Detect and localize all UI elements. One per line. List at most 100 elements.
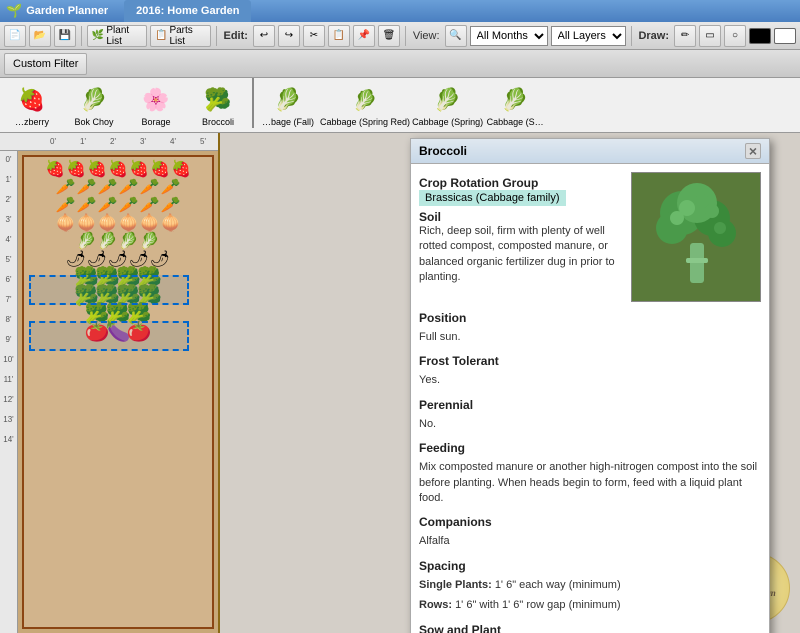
garden-carrot-3[interactable]: 🥕 xyxy=(98,179,118,195)
garden-carrot-9[interactable]: 🥕 xyxy=(98,197,118,213)
paste-button[interactable]: 📌 xyxy=(353,25,375,47)
plant-item-cabbage-spring[interactable]: 🥬 Cabbage (Spring) xyxy=(412,82,483,128)
garden-grid[interactable]: 🍓 🍓 🍓 🍓 🍓 🍓 🍓 🥕 🥕 🥕 🥕 🥕 xyxy=(18,151,218,633)
garden-strawberry-5[interactable]: 🍓 xyxy=(129,161,149,177)
garden-grid-inner[interactable]: 🍓 🍓 🍓 🍓 🍓 🍓 🍓 🥕 🥕 🥕 🥕 🥕 xyxy=(22,155,214,629)
garden-strawberry-3[interactable]: 🍓 xyxy=(87,161,107,177)
strip-separator xyxy=(252,78,254,128)
ruler-0ft: 0' xyxy=(38,137,68,146)
sow-plant-label: Sow and Plant xyxy=(419,623,761,633)
rect-button[interactable]: ▭ xyxy=(699,25,721,47)
parts-list-button[interactable]: 📋 Parts List xyxy=(150,25,211,47)
ruler-left-5: 5' xyxy=(0,255,17,264)
garden-strawberry-2[interactable]: 🍓 xyxy=(66,161,86,177)
plant-item-strawberry[interactable]: 🍓 …zberry xyxy=(2,82,62,128)
garden-lettuce-2[interactable]: 🥬 xyxy=(98,233,118,249)
garden-strawberry-4[interactable]: 🍓 xyxy=(108,161,128,177)
cabbage-s-icon: 🥬 xyxy=(495,82,535,118)
circle-button[interactable]: ○ xyxy=(724,25,746,47)
crop-rotation-label: Crop Rotation Group xyxy=(419,176,623,190)
custom-filter-button[interactable]: Custom Filter xyxy=(4,53,87,75)
position-label: Position xyxy=(419,311,761,325)
plant-item-cabbage-s[interactable]: 🥬 Cabbage (S… xyxy=(485,82,545,128)
feeding-text: Mix composted manure or another high-nit… xyxy=(419,460,761,506)
garden-strawberry-6[interactable]: 🍓 xyxy=(150,161,170,177)
layers-select[interactable]: All Layers xyxy=(551,26,626,46)
ruler-2ft: 2' xyxy=(98,137,128,146)
ruler-left-12: 12' xyxy=(0,395,17,404)
garden-onion-1[interactable]: 🧅 xyxy=(56,215,76,231)
pencil-button[interactable]: ✏ xyxy=(674,25,696,47)
tab-title[interactable]: 2016: Home Garden xyxy=(124,0,251,22)
garden-lettuce-3[interactable]: 🥬 xyxy=(119,233,139,249)
plant-item-borage[interactable]: 🌸 Borage xyxy=(126,82,186,128)
ruler-left-6: 6' xyxy=(0,275,17,284)
main-toolbar: 📄 📂 💾 🌿 Plant List 📋 Parts List Edit: ↩ … xyxy=(0,22,800,50)
garden-onion-3[interactable]: 🧅 xyxy=(98,215,118,231)
strawberry-icon: 🍓 xyxy=(12,82,52,118)
delete-button[interactable]: 🗑 xyxy=(378,25,400,47)
cut-button[interactable]: ✂ xyxy=(303,25,325,47)
popup-content: Crop Rotation Group Brassicas (Cabbage f… xyxy=(411,164,769,633)
plant-item-bokchoy[interactable]: 🥬 Bok Choy xyxy=(64,82,124,128)
frost-tolerant-text: Yes. xyxy=(419,373,761,388)
spacing-rows-value: 1' 6" with 1' 6" row gap (minimum) xyxy=(455,599,620,611)
separator-4 xyxy=(631,26,632,46)
plant-row-carrots: 🥕 🥕 🥕 🥕 🥕 🥕 xyxy=(28,179,208,195)
ruler-1ft: 1' xyxy=(68,137,98,146)
garden-onion-6[interactable]: 🧅 xyxy=(161,215,181,231)
app-title: Garden Planner xyxy=(26,5,108,17)
undo-button[interactable]: ↩ xyxy=(253,25,275,47)
white-fill-button[interactable] xyxy=(774,28,796,44)
ruler-left-13: 13' xyxy=(0,415,17,424)
right-area: Broccoli × Crop Rotation Group Brassicas… xyxy=(220,133,800,633)
popup-close-button[interactable]: × xyxy=(745,143,761,159)
separator-3 xyxy=(405,26,406,46)
cabbage-spring-red-icon: 🥬 xyxy=(345,82,385,118)
garden-carrot-5[interactable]: 🥕 xyxy=(140,179,160,195)
ruler-left-7: 7' xyxy=(0,295,17,304)
soil-label: Soil xyxy=(419,210,623,224)
spacing-label: Spacing xyxy=(419,559,761,573)
companions-text: Alfalfa xyxy=(419,534,761,549)
garden-lettuce-4[interactable]: 🥬 xyxy=(140,233,160,249)
plant-item-broccoli[interactable]: 🥦 Broccoli xyxy=(188,82,248,128)
black-fill-button[interactable] xyxy=(749,28,771,44)
garden-plants: 🍓 🍓 🍓 🍓 🍓 🍓 🍓 🥕 🥕 🥕 🥕 🥕 xyxy=(24,157,212,627)
ruler-left-0: 0' xyxy=(0,155,17,164)
ruler-5ft: 5' xyxy=(188,137,218,146)
new-button[interactable]: 📄 xyxy=(4,25,26,47)
garden-carrot-11[interactable]: 🥕 xyxy=(140,197,160,213)
redo-button[interactable]: ↪ xyxy=(278,25,300,47)
copy-button[interactable]: 📋 xyxy=(328,25,350,47)
garden-lettuce-1[interactable]: 🥬 xyxy=(77,233,97,249)
garden-carrot-4[interactable]: 🥕 xyxy=(119,179,139,195)
garden-carrot-12[interactable]: 🥕 xyxy=(161,197,181,213)
ruler-left-9: 9' xyxy=(0,335,17,344)
ruler-left-1: 1' xyxy=(0,175,17,184)
open-button[interactable]: 📂 xyxy=(29,25,51,47)
zoom-in-button[interactable]: 🔍 xyxy=(445,25,467,47)
plant-item-cabbage-fall[interactable]: 🥬 …bage (Fall) xyxy=(258,82,318,128)
selection-box-1 xyxy=(29,275,189,305)
ruler-3ft: 3' xyxy=(128,137,158,146)
bokchoy-icon: 🥬 xyxy=(74,82,114,118)
garden-strawberry-1[interactable]: 🍓 xyxy=(45,161,65,177)
garden-carrot-1[interactable]: 🥕 xyxy=(56,179,76,195)
garden-onion-5[interactable]: 🧅 xyxy=(140,215,160,231)
garden-onion-4[interactable]: 🧅 xyxy=(119,215,139,231)
months-select[interactable]: All Months xyxy=(470,26,548,46)
garden-carrot-2[interactable]: 🥕 xyxy=(77,179,97,195)
garden-carrot-7[interactable]: 🥕 xyxy=(56,197,76,213)
broccoli-label: Broccoli xyxy=(202,118,234,128)
plant-list-button[interactable]: 🌿 Plant List xyxy=(87,25,147,47)
bokchoy-label: Bok Choy xyxy=(74,118,113,128)
plant-item-cabbage-spring-red[interactable]: 🥬 Cabbage (Spring Red) xyxy=(320,82,410,128)
save-button[interactable]: 💾 xyxy=(54,25,76,47)
garden-onion-2[interactable]: 🧅 xyxy=(77,215,97,231)
garden-carrot-10[interactable]: 🥕 xyxy=(119,197,139,213)
frost-tolerant-label: Frost Tolerant xyxy=(419,354,761,368)
garden-carrot-8[interactable]: 🥕 xyxy=(77,197,97,213)
garden-strawberry-7[interactable]: 🍓 xyxy=(171,161,191,177)
garden-carrot-6[interactable]: 🥕 xyxy=(161,179,181,195)
